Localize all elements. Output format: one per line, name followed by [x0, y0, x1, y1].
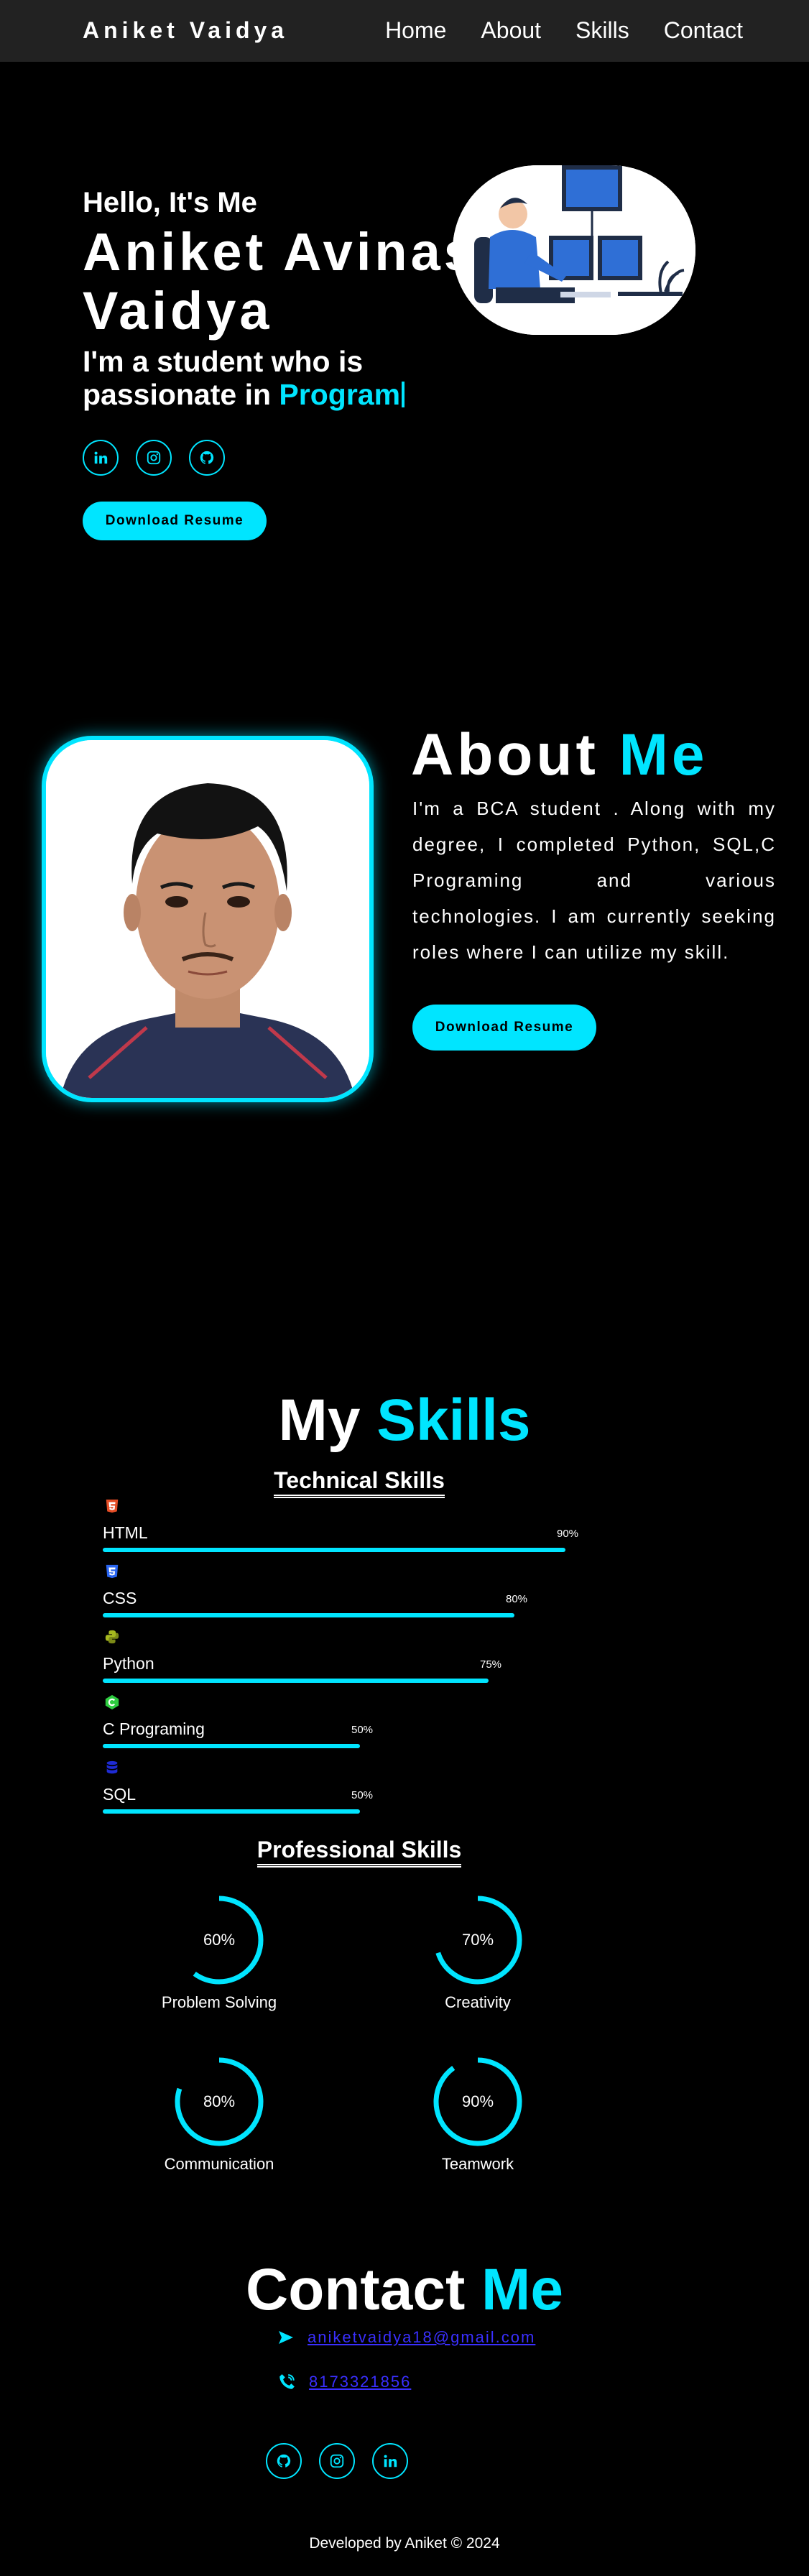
contact-email-row: aniketvaidya18@gmail.com — [277, 2328, 535, 2347]
hero-download-resume-button[interactable]: Download Resume — [83, 502, 267, 540]
hero-social-links — [83, 440, 225, 476]
developer-at-computer-illustration — [453, 165, 695, 335]
skill-percent-label: 80% — [506, 1593, 528, 1605]
contact-title-accent: Me — [481, 2257, 563, 2322]
about-download-resume-button[interactable]: Download Resume — [412, 1005, 596, 1051]
skill-progress-bar — [103, 1809, 360, 1814]
professional-skills-heading: Professional Skills — [0, 1837, 718, 1868]
skill-ring-label: Problem Solving — [161, 1993, 277, 2011]
hero-tagline: I'm a student who is passionate in Progr… — [83, 345, 456, 411]
skill-name: HTML — [103, 1523, 148, 1542]
phone-link[interactable]: 8173321856 — [309, 2373, 411, 2391]
contact-title-main: Contact — [246, 2257, 466, 2322]
about-title-accent: Me — [619, 722, 708, 788]
hero-name: Aniket Avinash Vaidya — [83, 223, 485, 341]
skill-name: Python — [103, 1654, 154, 1673]
instagram-link[interactable] — [136, 440, 172, 476]
nav-link-contact[interactable]: Contact — [664, 17, 743, 44]
ring-percent-label: 80% — [203, 2092, 236, 2110]
github-icon — [200, 451, 214, 464]
technical-skills-title: Technical Skills — [274, 1467, 445, 1498]
linkedin-icon — [384, 2455, 397, 2467]
ring-percent-label: 70% — [461, 1931, 494, 1949]
typing-cursor — [402, 382, 405, 407]
contact-title: Contact Me — [0, 2256, 809, 2324]
hero-greeting: Hello, It's Me — [83, 187, 257, 218]
phone-icon — [279, 2374, 295, 2389]
hero-tagline-typed: Program — [279, 378, 401, 411]
skill-row-sql: SQL 50% — [103, 1759, 591, 1816]
footer: Developed by Aniket © 2024 — [309, 2535, 500, 2552]
contact-instagram-link[interactable] — [319, 2443, 355, 2479]
python-icon — [104, 1628, 120, 1645]
skill-percent-label: 90% — [557, 1528, 579, 1540]
skill-percent-label: 50% — [351, 1724, 374, 1736]
nav-link-about[interactable]: About — [481, 17, 541, 44]
github-icon — [277, 2454, 291, 2467]
instagram-icon — [330, 2454, 344, 2468]
skill-ring-teamwork: 90% — [431, 2055, 524, 2148]
linkedin-link[interactable] — [83, 440, 119, 476]
profile-portrait — [46, 740, 369, 1098]
skills-title: My Skills — [0, 1387, 809, 1454]
instagram-icon — [147, 451, 161, 465]
skill-ring-creativity: 70% — [431, 1893, 524, 1987]
hero-name-line2: Vaidya — [83, 281, 273, 341]
skill-ring-label: Creativity — [445, 1993, 511, 2011]
skill-ring-problem-solving: 60% — [172, 1893, 266, 1987]
skill-progress-bar — [103, 1679, 489, 1683]
skill-ring-communication: 80% — [172, 2055, 266, 2148]
email-link[interactable]: aniketvaidya18@gmail.com — [308, 2328, 535, 2347]
skill-name: CSS — [103, 1589, 137, 1607]
navbar: Aniket Vaidya Home About Skills Contact — [0, 0, 809, 62]
skill-name: C Programing — [103, 1719, 205, 1738]
skill-percent-label: 75% — [480, 1658, 502, 1671]
profile-photo — [42, 736, 374, 1102]
linkedin-icon — [94, 451, 108, 464]
hero-illustration — [453, 165, 695, 335]
send-icon — [279, 2331, 293, 2344]
skills-title-main: My — [278, 1388, 361, 1453]
professional-skills-title: Professional Skills — [256, 1837, 462, 1868]
contact-github-link[interactable] — [266, 2443, 302, 2479]
nav-links: Home About Skills Contact — [385, 17, 743, 44]
skill-progress-bar — [103, 1548, 565, 1552]
skill-row-css: CSS 80% — [103, 1563, 591, 1620]
brand-logo[interactable]: Aniket Vaidya — [83, 17, 288, 44]
contact-social-links — [266, 2443, 408, 2479]
skill-row-python: Python 75% — [103, 1628, 591, 1686]
about-description: I'm a BCA student . Along with my degree… — [412, 798, 776, 963]
skill-ring-label: Teamwork — [441, 2155, 514, 2173]
about-title-main: About — [411, 722, 599, 788]
nav-link-skills[interactable]: Skills — [575, 17, 629, 44]
technical-skills-heading: Technical Skills — [0, 1467, 718, 1498]
skill-progress-bar — [103, 1744, 360, 1748]
skill-row-html: HTML 90% — [103, 1497, 591, 1555]
skill-progress-bar — [103, 1613, 514, 1617]
c-hexagon-icon — [104, 1694, 120, 1711]
contact-linkedin-link[interactable] — [372, 2443, 408, 2479]
html5-icon — [104, 1497, 120, 1515]
contact-phone-row: 8173321856 — [277, 2373, 411, 2391]
skill-ring-label: Communication — [164, 2155, 274, 2173]
hero-name-line1: Aniket Avinash — [83, 223, 485, 282]
skill-name: SQL — [103, 1785, 137, 1804]
about-title: About Me — [411, 721, 708, 789]
ring-percent-label: 90% — [461, 2092, 494, 2110]
skills-title-accent: Skills — [376, 1388, 531, 1453]
skill-row-c-programing: C Programing 50% — [103, 1694, 591, 1751]
ring-percent-label: 60% — [203, 1931, 236, 1949]
database-icon — [104, 1759, 120, 1776]
github-link[interactable] — [189, 440, 225, 476]
skill-percent-label: 50% — [351, 1789, 374, 1801]
nav-link-home[interactable]: Home — [385, 17, 446, 44]
css3-icon — [104, 1563, 120, 1580]
